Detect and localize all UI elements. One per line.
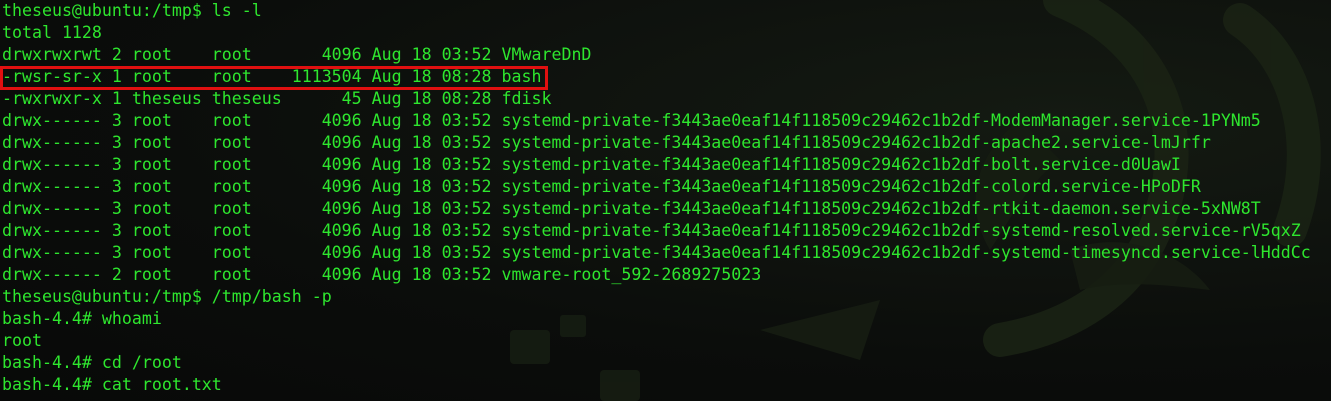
terminal-line-command-ls: theseus@ubuntu:/tmp$ ls -l: [2, 1, 262, 20]
terminal-line-systemd-colord: drwx------ 3 root root 4096 Aug 18 03:52…: [2, 177, 1201, 196]
terminal-line-bash-suid: -rwsr-sr-x 1 root root 1113504 Aug 18 08…: [2, 67, 542, 86]
terminal-line-command-whoami: bash-4.4# whoami: [2, 309, 162, 328]
terminal-line-systemd-apache2: drwx------ 3 root root 4096 Aug 18 03:52…: [2, 133, 1211, 152]
terminal-line-command-bash-p: theseus@ubuntu:/tmp$ /tmp/bash -p: [2, 287, 332, 306]
terminal-output[interactable]: theseus@ubuntu:/tmp$ ls -l total 1128 dr…: [2, 0, 1311, 396]
terminal-line-command-cat: bash-4.4# cat root.txt: [2, 375, 222, 394]
terminal-line-command-cd: bash-4.4# cd /root: [2, 353, 182, 372]
terminal-line-fdisk: -rwxrwxr-x 1 theseus theseus 45 Aug 18 0…: [2, 89, 552, 108]
terminal-line-systemd-timesyncd: drwx------ 3 root root 4096 Aug 18 03:52…: [2, 243, 1311, 262]
terminal-line-systemd-rtkit: drwx------ 3 root root 4096 Aug 18 03:52…: [2, 199, 1261, 218]
terminal-line-total: total 1128: [2, 23, 102, 42]
terminal-line-systemd-resolved: drwx------ 3 root root 4096 Aug 18 03:52…: [2, 221, 1301, 240]
terminal-line-vmware-root: drwx------ 2 root root 4096 Aug 18 03:52…: [2, 265, 762, 284]
terminal-line-vmwarednd: drwxrwxrwt 2 root root 4096 Aug 18 03:52…: [2, 45, 592, 64]
terminal-window[interactable]: theseus@ubuntu:/tmp$ ls -l total 1128 dr…: [0, 0, 1331, 401]
terminal-line-systemd-bolt: drwx------ 3 root root 4096 Aug 18 03:52…: [2, 155, 1181, 174]
terminal-line-output-root: root: [2, 331, 42, 350]
terminal-line-systemd-modemmanager: drwx------ 3 root root 4096 Aug 18 03:52…: [2, 111, 1261, 130]
